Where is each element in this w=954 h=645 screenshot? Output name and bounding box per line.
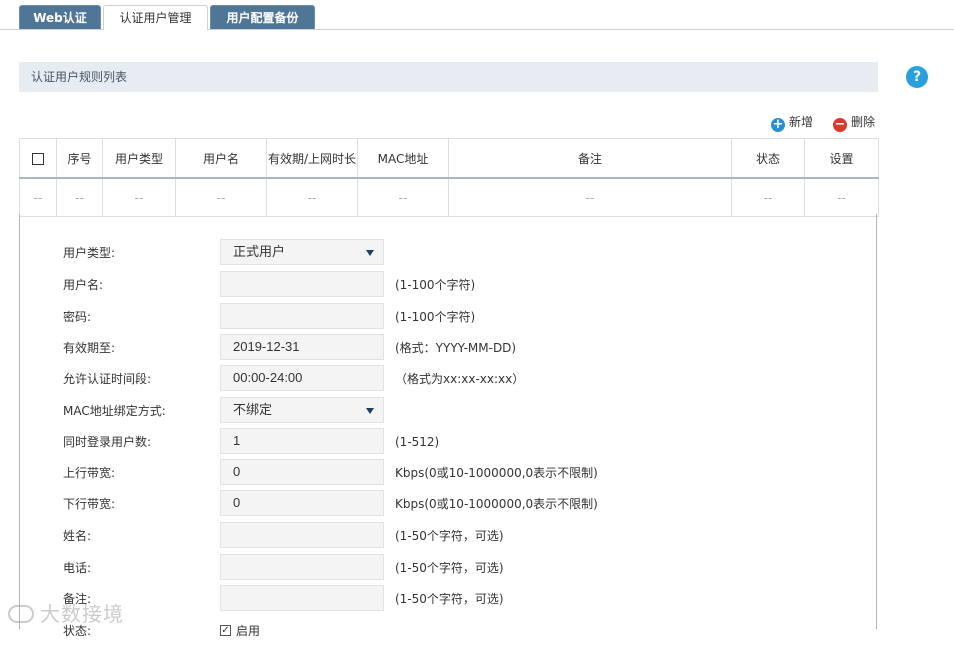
plus-icon: + bbox=[771, 117, 785, 132]
phone-hint: (1-50个字符，可选) bbox=[395, 561, 504, 575]
watermark: 大数接境 bbox=[8, 598, 124, 627]
upload-bandwidth-input[interactable]: 0 bbox=[220, 459, 384, 485]
remark-input[interactable] bbox=[220, 585, 384, 611]
table-cell: -- bbox=[19, 177, 57, 217]
concurrent-users-input[interactable]: 1 bbox=[220, 428, 384, 454]
mac-binding-label: MAC地址绑定方式: bbox=[63, 404, 166, 418]
download-bandwidth-hint: Kbps(0或10-1000000,0表示不限制) bbox=[395, 497, 598, 511]
mac-binding-select[interactable]: 不绑定 bbox=[220, 397, 384, 423]
caret-down-icon bbox=[366, 250, 374, 256]
form-row-password: 密码: (1-100个字符) bbox=[20, 303, 878, 331]
add-button[interactable]: + 新增 bbox=[771, 114, 814, 132]
allowed-time-hint: （格式为xx:xx-xx:xx） bbox=[395, 372, 525, 386]
form-row-status: 状态: ✓ 启用 bbox=[20, 617, 878, 645]
add-label: 新增 bbox=[789, 115, 814, 129]
allowed-time-input[interactable]: 00:00-24:00 bbox=[220, 365, 384, 391]
username-label: 用户名: bbox=[63, 278, 104, 292]
col-header-remark: 备注 bbox=[448, 138, 732, 179]
select-all-checkbox[interactable] bbox=[32, 152, 44, 165]
table-cell: -- bbox=[448, 177, 732, 217]
table-cell: -- bbox=[266, 177, 358, 217]
section-title: 认证用户规则列表 bbox=[19, 62, 878, 92]
tab-user-config-backup[interactable]: 用户配置备份 bbox=[210, 5, 315, 29]
expiry-label: 有效期至: bbox=[63, 341, 116, 355]
concurrent-users-hint: (1-512) bbox=[395, 435, 440, 449]
col-header-settings: 设置 bbox=[804, 138, 879, 179]
help-icon[interactable]: ? bbox=[906, 66, 928, 88]
form-row-expiry: 有效期至: 2019-12-31 (格式：YYYY-MM-DD) bbox=[20, 334, 878, 362]
tab-auth-user-management[interactable]: 认证用户管理 bbox=[103, 5, 208, 30]
form-row-concurrent-users: 同时登录用户数: 1 (1-512) bbox=[20, 428, 878, 456]
name-input[interactable] bbox=[220, 522, 384, 548]
remark-hint: (1-50个字符，可选) bbox=[395, 592, 504, 606]
col-header-username: 用户名 bbox=[175, 138, 267, 179]
form-row-phone: 电话: (1-50个字符，可选) bbox=[20, 554, 878, 582]
minus-icon: − bbox=[833, 117, 847, 132]
allowed-time-label: 允许认证时间段: bbox=[63, 372, 152, 386]
col-header-validity: 有效期/上网时长 bbox=[266, 138, 358, 179]
watermark-text: 大数接境 bbox=[40, 602, 124, 626]
table-row: -- -- -- -- -- -- -- -- -- bbox=[19, 177, 879, 217]
form-row-allowed-time: 允许认证时间段: 00:00-24:00 （格式为xx:xx-xx:xx） bbox=[20, 365, 878, 393]
form-row-upload-bandwidth: 上行带宽: 0 Kbps(0或10-1000000,0表示不限制) bbox=[20, 459, 878, 487]
phone-label: 电话: bbox=[63, 561, 92, 575]
upload-bandwidth-label: 上行带宽: bbox=[63, 466, 116, 480]
expiry-input[interactable]: 2019-12-31 bbox=[220, 334, 384, 360]
delete-label: 删除 bbox=[851, 115, 876, 129]
password-input[interactable] bbox=[220, 303, 384, 329]
delete-button[interactable]: − 删除 bbox=[833, 114, 876, 132]
concurrent-users-label: 同时登录用户数: bbox=[63, 435, 152, 449]
table-header-row: 序号 用户类型 用户名 有效期/上网时长 MAC地址 备注 状态 设置 bbox=[19, 138, 879, 179]
download-bandwidth-label: 下行带宽: bbox=[63, 497, 116, 511]
form-row-mac-binding: MAC地址绑定方式: 不绑定 bbox=[20, 397, 878, 425]
user-type-label: 用户类型: bbox=[63, 246, 116, 260]
user-type-value: 正式用户 bbox=[233, 244, 286, 259]
table-cell: -- bbox=[175, 177, 267, 217]
form-row-name: 姓名: (1-50个字符，可选) bbox=[20, 522, 878, 550]
expiry-hint: (格式：YYYY-MM-DD) bbox=[395, 341, 517, 355]
username-input[interactable] bbox=[220, 271, 384, 297]
tab-bar: Web认证 认证用户管理 用户配置备份 bbox=[0, 0, 954, 30]
user-type-select[interactable]: 正式用户 bbox=[220, 239, 384, 265]
col-header-user-type: 用户类型 bbox=[102, 138, 176, 179]
form-row-remark: 备注: (1-50个字符，可选) bbox=[20, 585, 878, 613]
name-hint: (1-50个字符，可选) bbox=[395, 529, 504, 543]
select-all-cell[interactable] bbox=[19, 138, 57, 179]
mac-binding-value: 不绑定 bbox=[233, 402, 273, 417]
enable-label: 启用 bbox=[236, 624, 261, 638]
table-cell: -- bbox=[102, 177, 176, 217]
col-header-status: 状态 bbox=[731, 138, 805, 179]
enable-checkbox[interactable]: ✓ bbox=[220, 625, 231, 636]
watermark-logo-icon bbox=[8, 605, 34, 623]
user-edit-form: 用户类型: 正式用户 用户名: (1-100个字符) 密码: (1-100个字符… bbox=[19, 214, 878, 638]
download-bandwidth-input[interactable]: 0 bbox=[220, 490, 384, 516]
caret-down-icon bbox=[366, 408, 374, 414]
tab-web-auth[interactable]: Web认证 bbox=[19, 5, 101, 29]
form-row-download-bandwidth: 下行带宽: 0 Kbps(0或10-1000000,0表示不限制) bbox=[20, 490, 878, 518]
table-cell: -- bbox=[804, 177, 879, 217]
table-cell: -- bbox=[731, 177, 805, 217]
table-cell: -- bbox=[56, 177, 103, 217]
form-row-user-type: 用户类型: 正式用户 bbox=[20, 239, 878, 267]
name-label: 姓名: bbox=[63, 529, 92, 543]
table-cell: -- bbox=[357, 177, 449, 217]
phone-input[interactable] bbox=[220, 554, 384, 580]
upload-bandwidth-hint: Kbps(0或10-1000000,0表示不限制) bbox=[395, 466, 598, 480]
username-hint: (1-100个字符) bbox=[395, 278, 476, 292]
form-row-username: 用户名: (1-100个字符) bbox=[20, 271, 878, 299]
user-rule-table: 序号 用户类型 用户名 有效期/上网时长 MAC地址 备注 状态 设置 -- -… bbox=[19, 138, 879, 217]
password-hint: (1-100个字符) bbox=[395, 310, 476, 324]
col-header-mac: MAC地址 bbox=[357, 138, 449, 179]
password-label: 密码: bbox=[63, 310, 92, 324]
col-header-index: 序号 bbox=[56, 138, 103, 179]
